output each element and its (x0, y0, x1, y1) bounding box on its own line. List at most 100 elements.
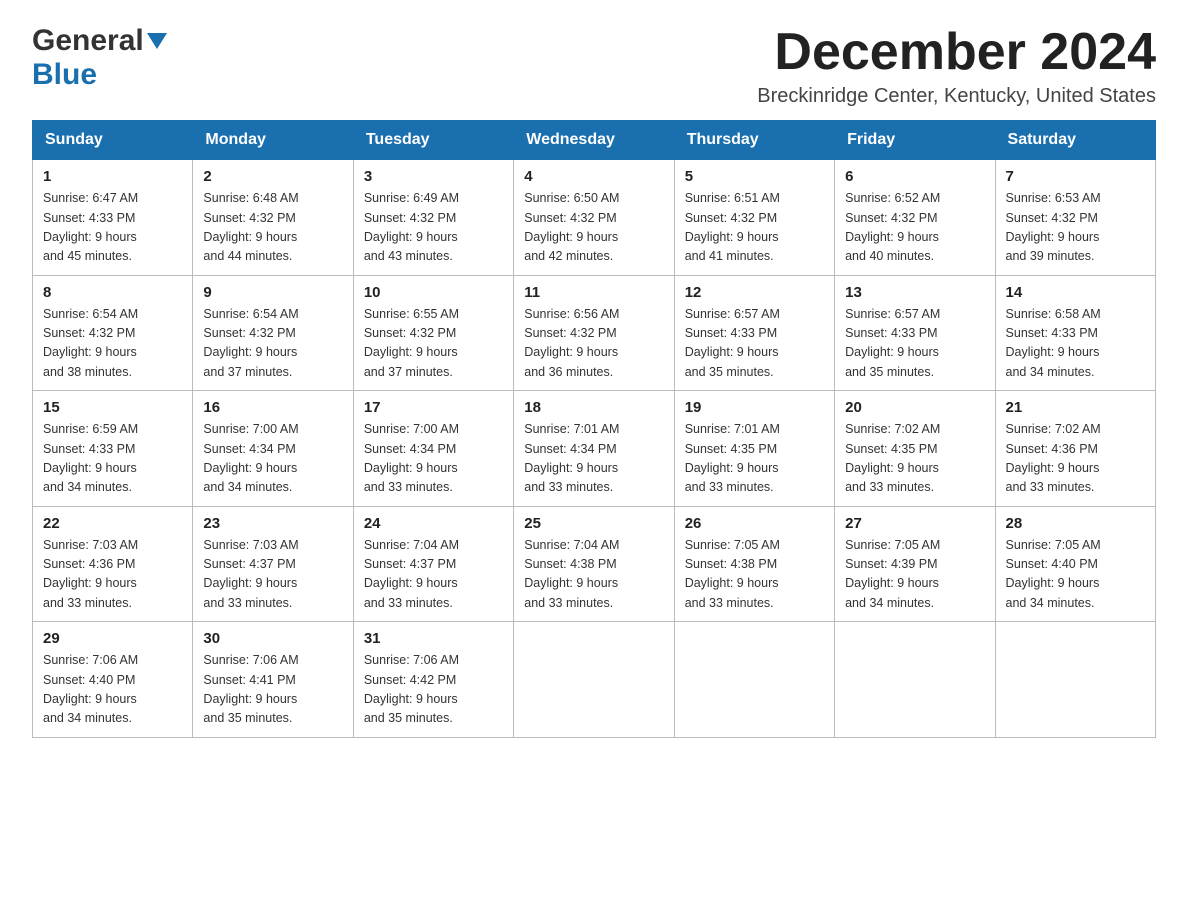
title-section: December 2024 Breckinridge Center, Kentu… (757, 24, 1156, 108)
day-sun-info: Sunrise: 6:54 AMSunset: 4:32 PMDaylight:… (43, 305, 182, 383)
day-number: 18 (524, 399, 663, 416)
day-number: 3 (364, 168, 503, 185)
day-sun-info: Sunrise: 6:58 AMSunset: 4:33 PMDaylight:… (1006, 305, 1145, 383)
day-sun-info: Sunrise: 7:03 AMSunset: 4:36 PMDaylight:… (43, 536, 182, 614)
calendar-table: SundayMondayTuesdayWednesdayThursdayFrid… (32, 120, 1156, 738)
calendar-day-cell: 27 Sunrise: 7:05 AMSunset: 4:39 PMDayligh… (835, 506, 995, 622)
day-number: 27 (845, 515, 984, 532)
day-sun-info: Sunrise: 6:51 AMSunset: 4:32 PMDaylight:… (685, 189, 824, 267)
day-number: 16 (203, 399, 342, 416)
calendar-week-row: 15 Sunrise: 6:59 AMSunset: 4:33 PMDayligh… (33, 391, 1156, 507)
calendar-day-cell: 22Sunrise: 7:03 AMSunset: 4:36 PMDayligh… (33, 506, 193, 622)
day-sun-info: Sunrise: 6:47 AMSunset: 4:33 PMDaylight:… (43, 189, 182, 267)
calendar-day-cell: 5 Sunrise: 6:51 AMSunset: 4:32 PMDaylight… (674, 160, 834, 276)
calendar-day-cell: 12 Sunrise: 6:57 AMSunset: 4:33 PMDayligh… (674, 275, 834, 391)
calendar-day-cell: 20 Sunrise: 7:02 AMSunset: 4:35 PMDayligh… (835, 391, 995, 507)
day-number: 21 (1006, 399, 1145, 416)
calendar-day-cell: 13 Sunrise: 6:57 AMSunset: 4:33 PMDayligh… (835, 275, 995, 391)
page-header: General Blue December 2024 Breckinridge … (32, 24, 1156, 108)
calendar-day-cell: 19 Sunrise: 7:01 AMSunset: 4:35 PMDayligh… (674, 391, 834, 507)
calendar-day-cell: 15 Sunrise: 6:59 AMSunset: 4:33 PMDayligh… (33, 391, 193, 507)
day-number: 30 (203, 630, 342, 647)
calendar-day-cell: 2 Sunrise: 6:48 AMSunset: 4:32 PMDaylight… (193, 160, 353, 276)
day-sun-info: Sunrise: 7:01 AMSunset: 4:35 PMDaylight:… (685, 420, 824, 498)
calendar-day-cell: 24 Sunrise: 7:04 AMSunset: 4:37 PMDayligh… (353, 506, 513, 622)
month-title: December 2024 (757, 24, 1156, 81)
day-number: 5 (685, 168, 824, 185)
day-sun-info: Sunrise: 7:02 AMSunset: 4:35 PMDaylight:… (845, 420, 984, 498)
logo-general-text: General (32, 24, 144, 58)
day-number: 26 (685, 515, 824, 532)
day-sun-info: Sunrise: 7:05 AMSunset: 4:39 PMDaylight:… (845, 536, 984, 614)
day-number: 6 (845, 168, 984, 185)
day-number: 28 (1006, 515, 1145, 532)
day-sun-info: Sunrise: 7:01 AMSunset: 4:34 PMDaylight:… (524, 420, 663, 498)
calendar-day-cell: 11 Sunrise: 6:56 AMSunset: 4:32 PMDayligh… (514, 275, 674, 391)
day-sun-info: Sunrise: 6:53 AMSunset: 4:32 PMDaylight:… (1006, 189, 1145, 267)
calendar-week-row: 8 Sunrise: 6:54 AMSunset: 4:32 PMDaylight… (33, 275, 1156, 391)
calendar-day-cell: 14 Sunrise: 6:58 AMSunset: 4:33 PMDayligh… (995, 275, 1155, 391)
day-sun-info: Sunrise: 6:50 AMSunset: 4:32 PMDaylight:… (524, 189, 663, 267)
day-number: 9 (203, 284, 342, 301)
logo-triangle-icon (147, 33, 167, 54)
day-number: 23 (203, 515, 342, 532)
day-sun-info: Sunrise: 7:00 AMSunset: 4:34 PMDaylight:… (364, 420, 503, 498)
day-number: 19 (685, 399, 824, 416)
day-sun-info: Sunrise: 6:57 AMSunset: 4:33 PMDaylight:… (845, 305, 984, 383)
day-number: 2 (203, 168, 342, 185)
calendar-day-cell: 9 Sunrise: 6:54 AMSunset: 4:32 PMDaylight… (193, 275, 353, 391)
calendar-week-row: 22Sunrise: 7:03 AMSunset: 4:36 PMDayligh… (33, 506, 1156, 622)
calendar-day-cell: 21Sunrise: 7:02 AMSunset: 4:36 PMDayligh… (995, 391, 1155, 507)
day-sun-info: Sunrise: 6:52 AMSunset: 4:32 PMDaylight:… (845, 189, 984, 267)
day-sun-info: Sunrise: 6:55 AMSunset: 4:32 PMDaylight:… (364, 305, 503, 383)
day-sun-info: Sunrise: 6:59 AMSunset: 4:33 PMDaylight:… (43, 420, 182, 498)
day-number: 17 (364, 399, 503, 416)
day-sun-info: Sunrise: 6:57 AMSunset: 4:33 PMDaylight:… (685, 305, 824, 383)
calendar-week-row: 1 Sunrise: 6:47 AMSunset: 4:33 PMDaylight… (33, 160, 1156, 276)
calendar-header-row: SundayMondayTuesdayWednesdayThursdayFrid… (33, 121, 1156, 160)
day-number: 10 (364, 284, 503, 301)
day-sun-info: Sunrise: 7:06 AMSunset: 4:40 PMDaylight:… (43, 651, 182, 729)
day-number: 13 (845, 284, 984, 301)
day-number: 12 (685, 284, 824, 301)
day-of-week-header: Friday (835, 121, 995, 160)
day-sun-info: Sunrise: 6:56 AMSunset: 4:32 PMDaylight:… (524, 305, 663, 383)
day-sun-info: Sunrise: 6:54 AMSunset: 4:32 PMDaylight:… (203, 305, 342, 383)
calendar-day-cell: 30 Sunrise: 7:06 AMSunset: 4:41 PMDayligh… (193, 622, 353, 738)
calendar-day-cell: 3Sunrise: 6:49 AMSunset: 4:32 PMDaylight… (353, 160, 513, 276)
day-sun-info: Sunrise: 7:00 AMSunset: 4:34 PMDaylight:… (203, 420, 342, 498)
calendar-day-cell: 7Sunrise: 6:53 AMSunset: 4:32 PMDaylight… (995, 160, 1155, 276)
calendar-day-cell: 25 Sunrise: 7:04 AMSunset: 4:38 PMDayligh… (514, 506, 674, 622)
calendar-day-cell (674, 622, 834, 738)
day-number: 24 (364, 515, 503, 532)
calendar-day-cell: 29 Sunrise: 7:06 AMSunset: 4:40 PMDayligh… (33, 622, 193, 738)
day-of-week-header: Thursday (674, 121, 834, 160)
day-number: 14 (1006, 284, 1145, 301)
day-sun-info: Sunrise: 6:48 AMSunset: 4:32 PMDaylight:… (203, 189, 342, 267)
calendar-day-cell: 26Sunrise: 7:05 AMSunset: 4:38 PMDayligh… (674, 506, 834, 622)
day-sun-info: Sunrise: 7:04 AMSunset: 4:37 PMDaylight:… (364, 536, 503, 614)
day-sun-info: Sunrise: 7:04 AMSunset: 4:38 PMDaylight:… (524, 536, 663, 614)
day-number: 31 (364, 630, 503, 647)
day-of-week-header: Wednesday (514, 121, 674, 160)
day-sun-info: Sunrise: 7:06 AMSunset: 4:42 PMDaylight:… (364, 651, 503, 729)
day-of-week-header: Tuesday (353, 121, 513, 160)
day-number: 4 (524, 168, 663, 185)
day-number: 20 (845, 399, 984, 416)
calendar-day-cell: 17 Sunrise: 7:00 AMSunset: 4:34 PMDayligh… (353, 391, 513, 507)
calendar-day-cell: 6 Sunrise: 6:52 AMSunset: 4:32 PMDaylight… (835, 160, 995, 276)
calendar-day-cell: 23 Sunrise: 7:03 AMSunset: 4:37 PMDayligh… (193, 506, 353, 622)
calendar-day-cell: 16 Sunrise: 7:00 AMSunset: 4:34 PMDayligh… (193, 391, 353, 507)
location-title: Breckinridge Center, Kentucky, United St… (757, 85, 1156, 108)
day-sun-info: Sunrise: 7:06 AMSunset: 4:41 PMDaylight:… (203, 651, 342, 729)
day-number: 11 (524, 284, 663, 301)
day-sun-info: Sunrise: 7:03 AMSunset: 4:37 PMDaylight:… (203, 536, 342, 614)
calendar-day-cell: 1 Sunrise: 6:47 AMSunset: 4:33 PMDaylight… (33, 160, 193, 276)
day-number: 15 (43, 399, 182, 416)
day-number: 1 (43, 168, 182, 185)
day-number: 29 (43, 630, 182, 647)
day-number: 8 (43, 284, 182, 301)
calendar-day-cell: 28Sunrise: 7:05 AMSunset: 4:40 PMDayligh… (995, 506, 1155, 622)
day-number: 25 (524, 515, 663, 532)
calendar-day-cell: 18 Sunrise: 7:01 AMSunset: 4:34 PMDayligh… (514, 391, 674, 507)
